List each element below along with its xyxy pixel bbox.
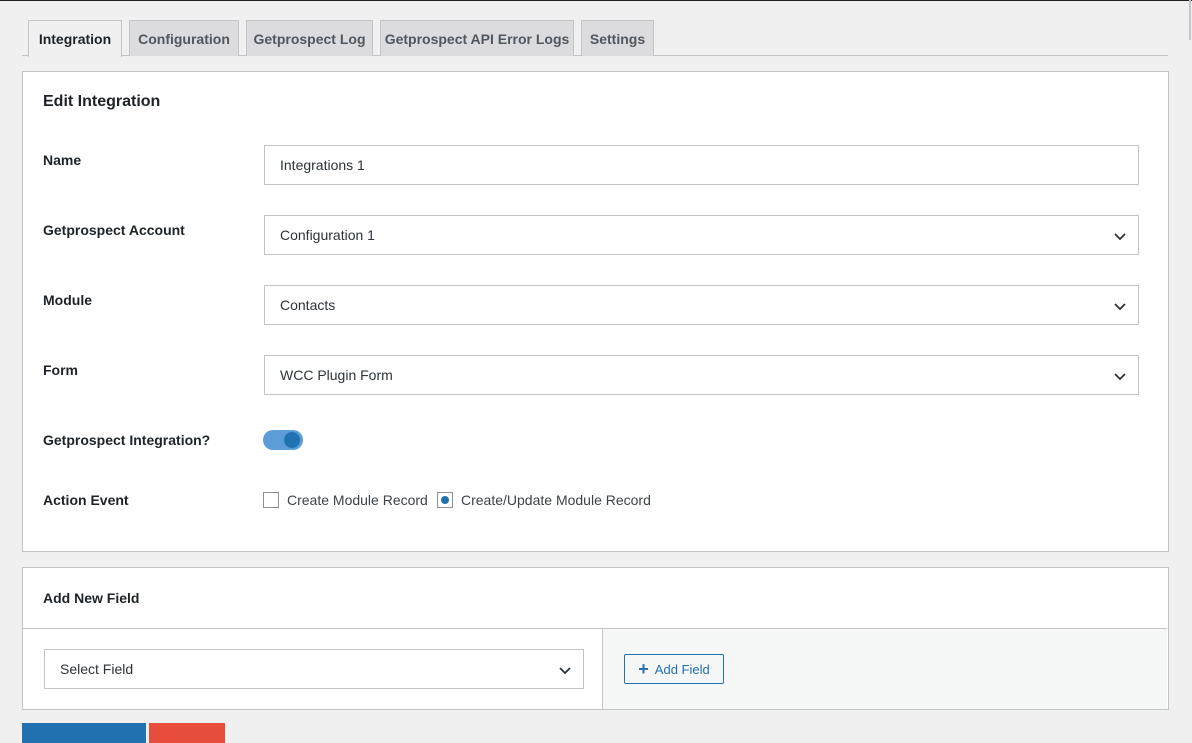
tab-bar: Integration Configuration Getprospect Lo… [22,20,1168,57]
create-record-checkbox[interactable] [263,492,279,508]
add-field-button[interactable]: + Add Field [624,654,724,684]
integration-toggle[interactable] [263,430,303,450]
field-select[interactable]: Select Field [44,649,584,689]
add-field-panel: Add New Field Select Field + Add Field [22,567,1169,710]
toggle-knob [284,432,300,448]
account-select[interactable]: Configuration 1 [264,215,1139,255]
name-input[interactable]: Integrations 1 [264,145,1139,185]
create-update-record-checkbox[interactable] [437,492,453,508]
form-select[interactable]: WCC Plugin Form [264,355,1139,395]
create-update-record-label: Create/Update Module Record [461,492,651,508]
create-record-option[interactable]: Create Module Record [263,491,428,509]
add-field-row: Select Field + Add Field [23,628,1167,709]
integration-label: Getprospect Integration? [43,432,211,448]
action-event-label: Action Event [43,492,129,508]
tab-settings[interactable]: Settings [581,20,654,56]
scrollbar-edge [1189,0,1191,40]
chevron-down-icon [1114,373,1126,381]
add-field-button-label: Add Field [654,661,710,677]
form-select-value: WCC Plugin Form [280,367,393,383]
delete-button[interactable] [149,723,225,743]
edit-integration-panel: Edit Integration Name Integrations 1 Get… [22,71,1169,552]
window-top-border [0,0,1192,1]
create-update-record-option[interactable]: Create/Update Module Record [437,491,651,509]
add-field-select-cell: Select Field [23,629,603,709]
account-label: Getprospect Account [43,222,185,238]
module-label: Module [43,292,92,308]
tab-api-error-logs[interactable]: Getprospect API Error Logs [380,20,574,56]
save-button[interactable] [22,723,146,743]
name-input-value: Integrations 1 [280,157,365,173]
add-field-title: Add New Field [43,590,140,606]
plus-icon: + [638,659,649,679]
field-select-value: Select Field [60,661,134,677]
chevron-down-icon [1114,303,1126,311]
module-select-value: Contacts [280,297,336,313]
account-select-value: Configuration 1 [280,227,375,243]
name-label: Name [43,152,82,168]
chevron-down-icon [559,667,571,675]
tab-getprospect-log[interactable]: Getprospect Log [246,20,373,56]
chevron-down-icon [1114,233,1126,241]
form-label: Form [43,362,78,378]
tab-configuration[interactable]: Configuration [129,20,239,56]
create-record-label: Create Module Record [287,492,428,508]
tab-integration[interactable]: Integration [28,20,122,57]
module-select[interactable]: Contacts [264,285,1139,325]
panel-title: Edit Integration [43,93,161,110]
